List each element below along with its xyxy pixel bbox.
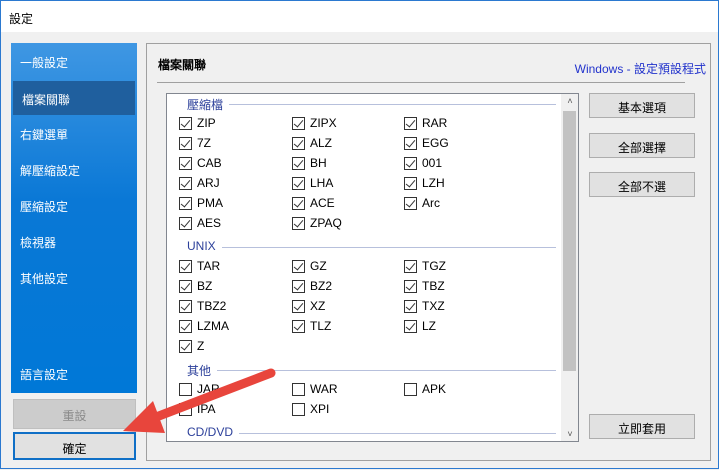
annotation-arrow xyxy=(123,368,276,433)
